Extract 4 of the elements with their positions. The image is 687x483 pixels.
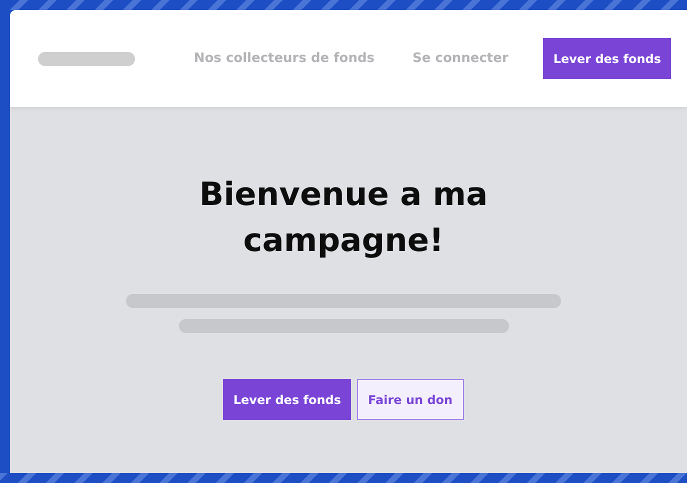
donate-button[interactable]: Faire un don: [357, 379, 464, 420]
raise-funds-button[interactable]: Lever des fonds: [223, 379, 352, 420]
hero-title: Bienvenue a ma campagne!: [198, 174, 489, 261]
raise-funds-button[interactable]: Lever des fonds: [543, 38, 671, 79]
